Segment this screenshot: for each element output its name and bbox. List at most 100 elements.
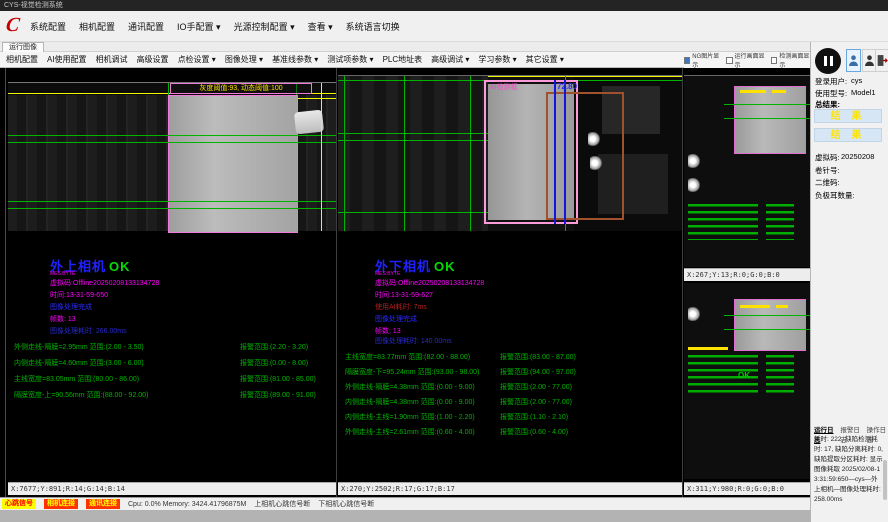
pause-icon <box>830 56 833 66</box>
measurement-row: 外侧走线-隔膜=2.95mm 范围:(2.00 - 3.50) 报警范围:(2.… <box>8 342 336 352</box>
menu-item-view[interactable]: 查看 ▾ <box>308 20 333 33</box>
checkbox-icon <box>771 57 777 64</box>
reflection-glint <box>590 156 602 170</box>
elapsed-line: 图像处理耗时: 266.00ms <box>50 326 127 336</box>
toolbar-camera-config[interactable]: 相机配置 <box>6 54 38 65</box>
time-line: 时间:13-31-59-627 <box>375 290 433 300</box>
overlay-label-marks <box>772 90 786 93</box>
small-view-bottom-image[interactable]: OK <box>684 283 810 479</box>
toolbar-ai-config[interactable]: AI使用配置 <box>47 54 87 65</box>
toolbar-learning-params[interactable]: 学习参数 ▾ <box>478 54 516 65</box>
frame-count-line: 帧数: 13 <box>50 314 76 324</box>
exit-door-icon <box>876 54 888 67</box>
processing-done-line: 图像处理完成 <box>50 302 92 312</box>
elapsed-line: 图像处理耗时: 140.00ms <box>375 336 452 346</box>
sidebar-scrollbar[interactable] <box>883 460 887 500</box>
measurement-row: 外侧走线-隔膜=4.38mm 范围:(0.00 - 9.00) 报警范围:(2.… <box>338 382 682 392</box>
view-option-label: NG图片显示 <box>692 51 720 69</box>
app-window: CYS-视觉检测系统 C 系统配置 相机配置 通讯配置 IO手配置 ▾ 光源控制… <box>0 0 888 522</box>
result-ok-label: OK <box>109 259 131 274</box>
menu-item-light-config[interactable]: 光源控制配置 ▾ <box>234 20 295 33</box>
measurement-row: 隔膜宽度-上=90.56mm 范围:(88.00 - 92.00) 报警范围:(… <box>8 390 336 400</box>
left-splitter <box>5 68 6 497</box>
roi-frame <box>546 92 624 220</box>
mes-label: MES:BYTE <box>375 271 400 277</box>
toolbar-camera-debug[interactable]: 相机调试 <box>96 54 128 65</box>
blue-measure-line <box>564 80 566 224</box>
view-option-label: 运行画面显示 <box>735 51 766 69</box>
frame-count-line: 帧数: 13 <box>375 326 401 336</box>
image-texture <box>338 76 488 231</box>
user-dark-icon <box>864 54 875 67</box>
measure-line <box>724 104 810 105</box>
menu-item-comm-config[interactable]: 通讯配置 <box>128 20 164 33</box>
sidebar: 登录用户: cys 使用型号: Model1 总结果: 结 果 结 果 虚拟码:… <box>810 42 888 522</box>
result-text-block <box>688 204 758 240</box>
product-region <box>734 86 806 154</box>
measure-value-label: 72.80 <box>557 82 577 91</box>
measure-line <box>724 118 810 119</box>
measurement-alarm-range: 报警范围:(2.20 - 3.20) <box>240 342 308 352</box>
toolbar-advanced-debug[interactable]: 高级调试 ▾ <box>431 54 469 65</box>
result-text-block <box>766 355 794 395</box>
barcode-label: 虚拟码: <box>815 152 840 163</box>
model-value: Model1 <box>851 88 876 97</box>
measure-line <box>8 135 336 136</box>
toolbar-image-processing[interactable]: 图像处理 ▾ <box>225 54 263 65</box>
menu-item-system-config[interactable]: 系统配置 <box>30 20 66 33</box>
view-option-ng[interactable]: NG图片显示 <box>684 51 720 69</box>
right-camera-image[interactable]: AI检测框 72.80 <box>338 75 682 231</box>
toolbar-baseline-params[interactable]: 基准线参数 ▾ <box>272 54 318 65</box>
menu-item-language[interactable]: 系统语言切换 <box>346 20 400 33</box>
left-camera-image[interactable]: 灰度阈值:93, 动态阈值:100 <box>8 82 336 231</box>
measurement-value: 主线宽度=83.05mm 范围:(80.00 - 86.00) <box>14 374 139 384</box>
user-login-button[interactable] <box>846 49 861 72</box>
measure-line <box>470 76 471 231</box>
measurement-alarm-range: 报警范围:(94.00 - 97.00) <box>500 367 576 377</box>
measure-line <box>338 212 488 213</box>
view-option-detect[interactable]: 检测画面显示 <box>771 51 810 69</box>
overlay-label-marks <box>740 305 770 308</box>
measure-line <box>404 76 405 231</box>
toolbar-other-settings[interactable]: 其它设置 ▾ <box>526 54 564 65</box>
measurement-alarm-range: 报警范围:(0.60 - 4.00) <box>500 427 568 437</box>
measure-line <box>724 315 810 316</box>
blue-measure-line <box>554 80 556 224</box>
log-text: 耗时: 222, 缺陷检测耗时: 17, 缺陷分离耗时: 0, 缺陷提取分区耗时… <box>814 435 884 505</box>
pause-button[interactable] <box>815 48 841 74</box>
toolbar-advanced-settings[interactable]: 高级设置 <box>137 54 169 65</box>
camera-connect-badge: 相机连接 <box>44 499 78 509</box>
result-ok-label: OK <box>738 371 750 380</box>
toolbar-spot-check[interactable]: 点检设置 ▾ <box>178 54 216 65</box>
ai-frame-label: AI检测框 <box>490 82 518 92</box>
overlay-label-marks <box>776 305 788 308</box>
menu-item-io-config[interactable]: IO手配置 ▾ <box>177 20 221 33</box>
heartbeat-badge: 心跳信号 <box>2 499 36 509</box>
result-box-upper: 结 果 <box>814 109 882 123</box>
view-options: NG图片显示 运行画面显示 检测画面显示 <box>684 52 810 68</box>
toolbar-plc-address[interactable]: PLC地址表 <box>383 54 423 65</box>
toolbar-test-params[interactable]: 测试项参数 ▾ <box>327 54 373 65</box>
measurement-row: 主线宽度=83.77mm 范围:(82.00 - 88.00) 报警范围:(83… <box>338 352 682 362</box>
small-view-top-image[interactable] <box>684 75 810 267</box>
panel-separator <box>336 68 337 497</box>
result-text-block <box>766 204 794 240</box>
measurement-value: 隔膜宽度-下=95.24mm 范围:(93.00 - 98.00) <box>345 367 479 377</box>
tab-run-image[interactable]: 运行图像 <box>2 42 44 52</box>
overlay-line <box>488 76 682 77</box>
overlay-line <box>321 83 322 231</box>
lower-camera-heartbeat-status: 下相机心跳信号断 <box>318 499 374 509</box>
bottom-strip <box>0 510 810 522</box>
measurement-alarm-range: 报警范围:(2.00 - 77.00) <box>500 397 572 407</box>
measure-line <box>8 208 336 209</box>
menu-items: 系统配置 相机配置 通讯配置 IO手配置 ▾ 光源控制配置 ▾ 查看 ▾ 系统语… <box>30 11 400 42</box>
menu-bar: C 系统配置 相机配置 通讯配置 IO手配置 ▾ 光源控制配置 ▾ 查看 ▾ 系… <box>0 11 888 42</box>
exit-button[interactable] <box>875 49 888 72</box>
login-user-label: 登录用户: <box>815 76 847 87</box>
measurement-value: 外侧走线-隔膜=2.95mm 范围:(2.00 - 3.50) <box>14 342 144 352</box>
menu-item-camera-config[interactable]: 相机配置 <box>79 20 115 33</box>
measurement-alarm-range: 报警范围:(81.00 - 85.00) <box>240 374 316 384</box>
measurement-row: 主线宽度=83.05mm 范围:(80.00 - 86.00) 报警范围:(81… <box>8 374 336 384</box>
view-option-run[interactable]: 运行画面显示 <box>726 51 765 69</box>
measurement-value: 内侧走线-隔膜=4.38mm 范围:(0.00 - 9.00) <box>345 397 475 407</box>
